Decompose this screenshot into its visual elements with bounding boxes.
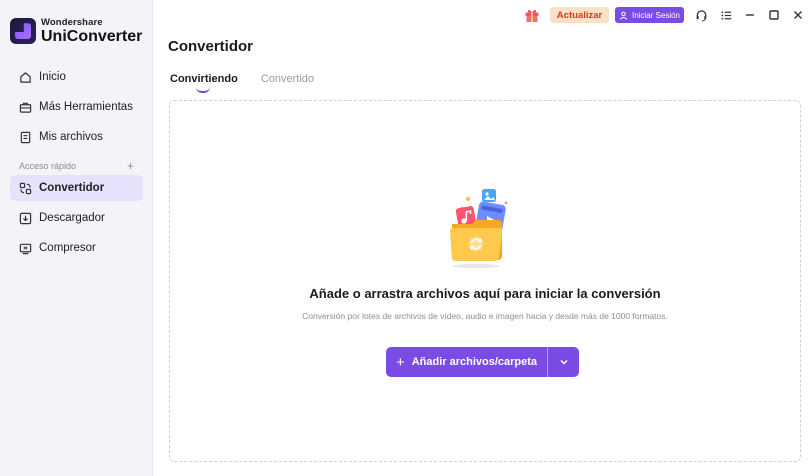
tab-convirtiendo[interactable]: Convirtiendo (170, 73, 238, 93)
minimize-icon[interactable] (743, 8, 757, 22)
chevron-down-icon (559, 355, 569, 370)
tab-bar: Convirtiendo Convertido (170, 73, 337, 93)
login-label: Iniciar Sesión (631, 10, 681, 20)
drop-zone-subtitle: Conversión por lotes de archivos de víde… (302, 311, 668, 321)
brand-product: UniConverter (41, 27, 143, 45)
sidebar-item-label: Compresor (39, 242, 96, 254)
add-files-split-button: + Añadir archivos/carpeta (386, 347, 579, 377)
file-drop-zone[interactable] (169, 100, 801, 462)
compress-icon (18, 241, 32, 255)
main-nav: Inicio Más Herramientas Mis archivos (10, 64, 143, 154)
converter-icon (18, 181, 32, 195)
brand: Wondershare UniConverter (10, 18, 142, 45)
update-button[interactable]: Actualizar (550, 7, 609, 23)
quick-access-nav: Convertidor Descargador Compresor (10, 175, 143, 265)
page-title: Convertidor (168, 38, 254, 55)
sidebar-item-label: Mis archivos (39, 131, 103, 143)
sidebar-item-label: Descargador (39, 212, 105, 224)
folder-media-illustration-icon (446, 186, 526, 270)
quick-access-label: Acceso rápido (19, 161, 77, 171)
brand-company: Wondershare (41, 17, 103, 28)
plus-icon: + (395, 353, 405, 371)
sidebar-item-label: Más Herramientas (39, 101, 133, 113)
add-files-label: Añadir archivos/carpeta (411, 356, 538, 368)
uniconverter-logo-icon (10, 18, 36, 45)
drop-zone-title: Añade o arrastra archivos aquí para inic… (309, 286, 661, 301)
quick-access-header: Acceso rápido + (19, 159, 134, 173)
sidebar-item-compresor[interactable]: Compresor (10, 235, 143, 261)
sidebar-item-inicio[interactable]: Inicio (10, 64, 143, 90)
sidebar-item-descargador[interactable]: Descargador (10, 205, 143, 231)
file-icon (18, 130, 32, 144)
sidebar-item-mas-herramientas[interactable]: Más Herramientas (10, 94, 143, 120)
add-quick-access-icon[interactable]: + (127, 159, 134, 173)
toolbox-icon (18, 100, 32, 114)
close-icon[interactable] (791, 8, 805, 22)
home-icon (18, 70, 32, 84)
sidebar-item-mis-archivos[interactable]: Mis archivos (10, 124, 143, 150)
maximize-icon[interactable] (767, 8, 781, 22)
sidebar-item-label: Convertidor (39, 182, 105, 194)
user-icon (619, 11, 628, 20)
add-files-button[interactable]: + Añadir archivos/carpeta (386, 347, 547, 377)
sidebar-item-label: Inicio (39, 71, 66, 83)
gift-icon[interactable] (523, 6, 541, 24)
login-button[interactable]: Iniciar Sesión (615, 7, 684, 23)
sidebar: Wondershare UniConverter Inicio Más Herr… (0, 0, 153, 476)
sidebar-item-convertidor[interactable]: Convertidor (10, 175, 143, 201)
tab-convertido[interactable]: Convertido (261, 73, 314, 91)
headset-icon[interactable] (694, 8, 708, 22)
title-bar: Actualizar Iniciar Sesión (153, 0, 812, 30)
download-icon (18, 211, 32, 225)
add-files-dropdown-button[interactable] (548, 347, 579, 377)
menu-icon[interactable] (719, 8, 733, 22)
